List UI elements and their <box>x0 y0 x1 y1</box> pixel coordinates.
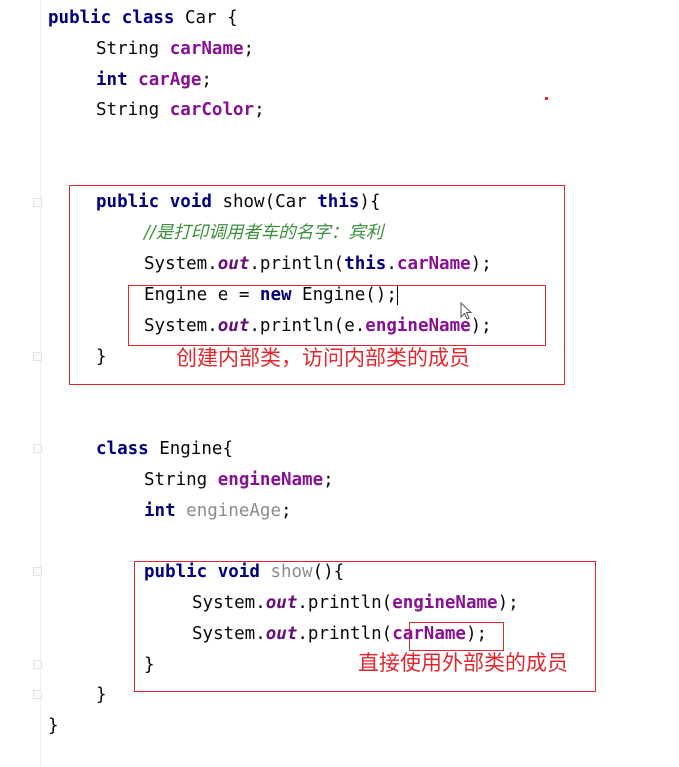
type-name: String <box>96 39 170 59</box>
annotation-note: 直接使用外部类的成员 <box>358 651 568 675</box>
field-name: carName <box>169 39 244 59</box>
code-line[interactable]: String carName; <box>96 37 254 61</box>
fold-icon[interactable] <box>33 690 42 699</box>
unused-field-name: engineAge <box>186 501 281 521</box>
gutter <box>40 0 41 767</box>
code-line[interactable]: } <box>48 714 59 738</box>
fold-icon[interactable] <box>33 567 42 576</box>
marker-dot <box>545 97 548 100</box>
code-text: Engine{ <box>148 439 233 459</box>
code-line[interactable]: int engineAge; <box>144 499 292 523</box>
field-name: engineName <box>217 470 324 490</box>
annotation-note: 创建内部类，访问内部类的成员 <box>176 346 470 370</box>
keyword: class <box>96 439 149 459</box>
code-text: ; <box>201 70 212 90</box>
code-text: ; <box>323 470 334 490</box>
fold-icon[interactable] <box>33 352 42 361</box>
code-line[interactable]: public class Car { <box>48 6 238 30</box>
code-line[interactable]: String engineName; <box>144 468 334 492</box>
fold-icon[interactable] <box>33 660 42 669</box>
code-line[interactable]: String carColor; <box>96 98 265 122</box>
type-name: String <box>96 100 170 120</box>
code-text: ; <box>243 39 255 59</box>
code-text: ; <box>280 501 292 521</box>
code-line[interactable]: } <box>96 683 107 707</box>
annotation-box-carname <box>409 622 504 651</box>
keyword: int <box>144 501 176 521</box>
keyword: int <box>96 70 128 90</box>
code-text: ; <box>254 100 265 120</box>
type-name: String <box>144 470 218 490</box>
field-name: carColor <box>169 100 255 120</box>
field-name: carAge <box>138 70 202 90</box>
code-text: } <box>96 685 107 705</box>
annotation-box-inner-class-usage <box>128 285 546 346</box>
keyword: public class <box>48 8 175 28</box>
code-line[interactable]: class Engine{ <box>96 437 233 461</box>
code-text: } <box>48 716 59 736</box>
code-editor[interactable]: public class Car { String carName; int c… <box>0 0 679 767</box>
fold-icon[interactable] <box>33 444 42 453</box>
code-line[interactable]: int carAge; <box>96 68 212 92</box>
fold-icon[interactable] <box>33 198 42 207</box>
code-text: Car { <box>174 8 238 28</box>
